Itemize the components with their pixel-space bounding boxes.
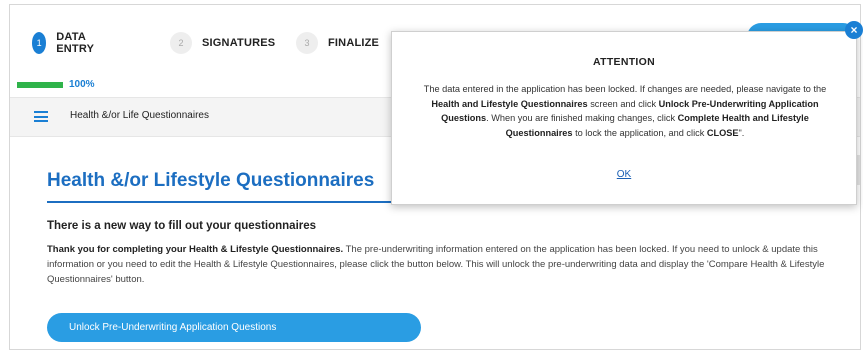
progress-fill <box>17 81 63 88</box>
modal-message: The data entered in the application has … <box>414 82 836 140</box>
modal-text-bold: CLOSE <box>706 127 739 138</box>
step-number: 1 <box>32 32 47 54</box>
modal-text: screen and click <box>587 98 659 109</box>
step-number: 3 <box>296 32 318 54</box>
attention-modal: ATTENTION The data entered in the applic… <box>391 31 857 205</box>
step-number: 2 <box>170 32 192 54</box>
step-signatures[interactable]: 2 SIGNATURES <box>170 30 275 56</box>
modal-text: to lock the application, and click <box>572 127 707 138</box>
step-data-entry[interactable]: 1 DATA ENTRY <box>32 30 102 56</box>
modal-title: ATTENTION <box>593 56 655 68</box>
modal-text: The data entered in the application has … <box>423 84 827 94</box>
modal-text-bold: Health and Lifestyle Questionnaires <box>431 98 588 109</box>
close-icon[interactable]: × <box>845 21 863 39</box>
modal-text: ". <box>738 127 745 138</box>
info-paragraph-bold: Thank you for completing your Health & L… <box>47 244 344 255</box>
ok-link[interactable]: OK <box>392 169 856 180</box>
modal-text: . When you are finished making changes, … <box>486 113 678 123</box>
progress-track <box>17 81 63 88</box>
title-underline <box>47 201 397 203</box>
section-heading: There is a new way to fill out your ques… <box>47 220 317 232</box>
step-label: SIGNATURES <box>202 37 276 49</box>
step-label: FINALIZE <box>328 37 380 49</box>
info-paragraph: Thank you for completing your Health & L… <box>47 242 847 287</box>
hamburger-icon[interactable] <box>34 111 48 122</box>
step-finalize[interactable]: 3 FINALIZE <box>296 30 379 56</box>
progress-label: 100% <box>69 79 95 90</box>
unlock-pre-underwriting-button[interactable]: Unlock Pre-Underwriting Application Ques… <box>47 313 421 342</box>
step-label: DATA ENTRY <box>56 31 95 55</box>
progress-indicator: 100% <box>17 79 95 90</box>
page-title: Health &/or Lifestyle Questionnaires <box>47 170 375 191</box>
breadcrumb-text: Health &/or Life Questionnaires <box>70 110 209 121</box>
